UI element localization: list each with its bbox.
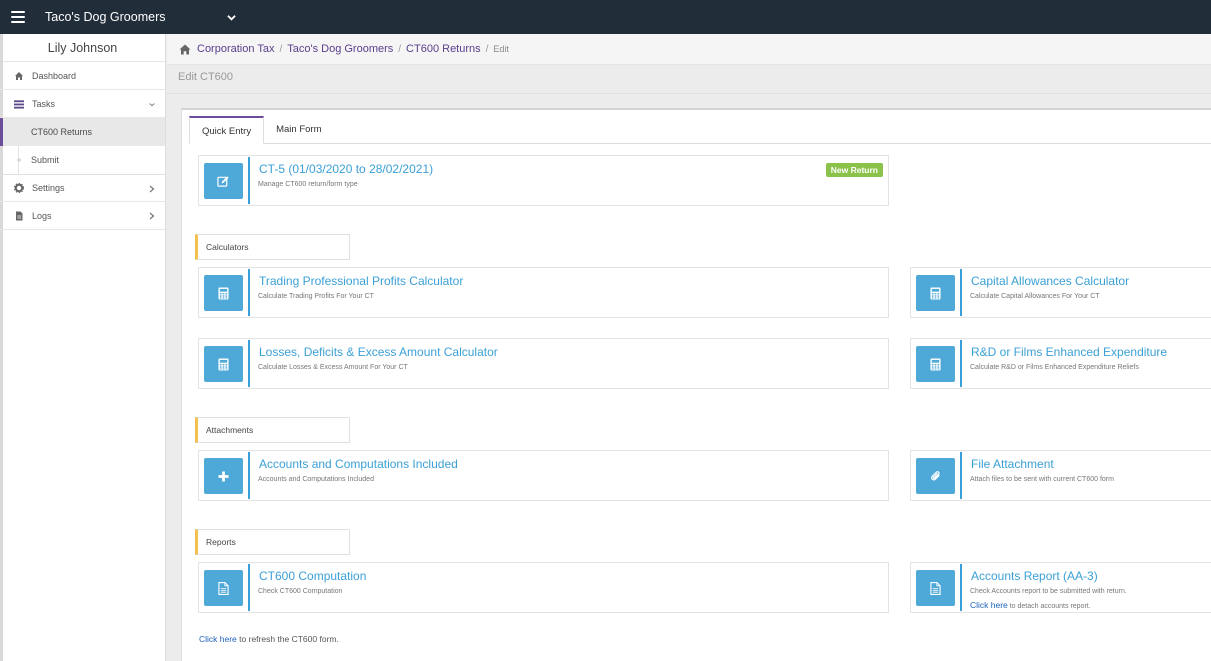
sidebar-item-logs[interactable]: Logs [0,202,165,230]
sidebar-item-settings[interactable]: Settings [0,174,165,202]
document-icon[interactable] [916,570,955,606]
capital-allowances-card: Capital Allowances Calculator Calculate … [910,267,1211,318]
home-icon[interactable] [179,44,191,55]
section-reports: Reports [195,529,350,555]
ct600-computation-title[interactable]: CT600 Computation [259,569,366,583]
capital-allowances-title[interactable]: Capital Allowances Calculator [971,274,1129,288]
calculator-icon[interactable] [204,346,243,382]
file-attachment-title[interactable]: File Attachment [971,457,1054,471]
home-icon [14,71,24,81]
rnd-card: R&D or Films Enhanced Expenditure Calcul… [910,338,1211,389]
sidebar-item-dashboard[interactable]: Dashboard [0,62,165,90]
refresh-link[interactable]: Click here [199,634,237,644]
calculator-icon[interactable] [916,346,955,382]
losses-title[interactable]: Losses, Deficits & Excess Amount Calcula… [259,345,498,359]
detach-report-link[interactable]: Click here [970,600,1008,610]
losses-card: Losses, Deficits & Excess Amount Calcula… [198,338,889,389]
breadcrumb-company[interactable]: Taco's Dog Groomers [287,43,393,55]
accounts-report-card: Accounts Report (AA-3) Check Accounts re… [910,562,1211,613]
document-icon[interactable] [204,570,243,606]
chevron-down-icon[interactable] [227,13,237,22]
document-icon [14,211,24,221]
paperclip-icon[interactable] [916,458,955,494]
trading-profits-title[interactable]: Trading Professional Profits Calculator [259,274,463,288]
page-title: Edit CT600 [178,71,234,83]
file-attachment-card: File Attachment Attach files to be sent … [910,450,1211,501]
accounts-report-title[interactable]: Accounts Report (AA-3) [971,569,1098,583]
chevron-down-icon [149,103,155,107]
top-navbar: Taco's Dog Groomers [0,0,1211,34]
tab-bar: Quick Entry Main Form [189,116,334,144]
section-attachments: Attachments [195,417,350,443]
status-badge: New Return [825,163,883,177]
sidebar-item-label: Dashboard [32,70,77,81]
return-title[interactable]: CT-5 (01/03/2020 to 28/02/2021) [259,162,433,176]
refresh-note: Click here to refresh the CT600 form. [199,634,339,644]
calculator-icon[interactable] [916,275,955,311]
chevron-right-icon [149,212,155,220]
menu-icon[interactable] [11,11,25,23]
return-card: CT-5 (01/03/2020 to 28/02/2021) Manage C… [198,155,889,206]
sidebar-subitem-ct600-returns[interactable]: CT600 Returns [0,118,165,146]
sidebar-item-label: Settings [32,183,65,193]
plus-icon[interactable] [204,458,243,494]
breadcrumb-current: Edit [493,44,509,54]
sidebar-item-tasks[interactable]: Tasks [0,90,165,118]
sidebar: Lily Johnson Dashboard Tasks CT600 Retur… [0,34,166,661]
calculator-icon[interactable] [204,275,243,311]
edit-icon[interactable] [204,163,243,199]
rnd-title[interactable]: R&D or Films Enhanced Expenditure [971,345,1167,359]
tab-main-form[interactable]: Main Form [264,116,333,144]
sidebar-subitem-submit[interactable]: Submit [0,146,165,174]
company-name[interactable]: Taco's Dog Groomers [45,10,165,24]
chevron-right-icon [149,185,155,193]
sidebar-item-label: Logs [32,210,52,221]
accounts-computations-title[interactable]: Accounts and Computations Included [259,457,458,471]
return-subtitle: Manage CT600 return/form type [258,181,358,188]
tasks-icon [14,99,24,109]
ct600-computation-card: CT600 Computation Check CT600 Computatio… [198,562,889,613]
user-name: Lily Johnson [0,34,165,62]
gear-icon [14,183,24,193]
trading-profits-card: Trading Professional Profits Calculator … [198,267,889,318]
section-calculators: Calculators [195,234,350,260]
accounts-computations-card: Accounts and Computations Included Accou… [198,450,889,501]
sidebar-item-label: Tasks [32,98,56,109]
breadcrumb-ct600-returns[interactable]: CT600 Returns [406,43,481,55]
tab-quick-entry[interactable]: Quick Entry [189,116,265,144]
breadcrumb-corporation-tax[interactable]: Corporation Tax [197,43,274,55]
breadcrumb: Corporation Tax / Taco's Dog Groomers / … [167,34,1211,65]
